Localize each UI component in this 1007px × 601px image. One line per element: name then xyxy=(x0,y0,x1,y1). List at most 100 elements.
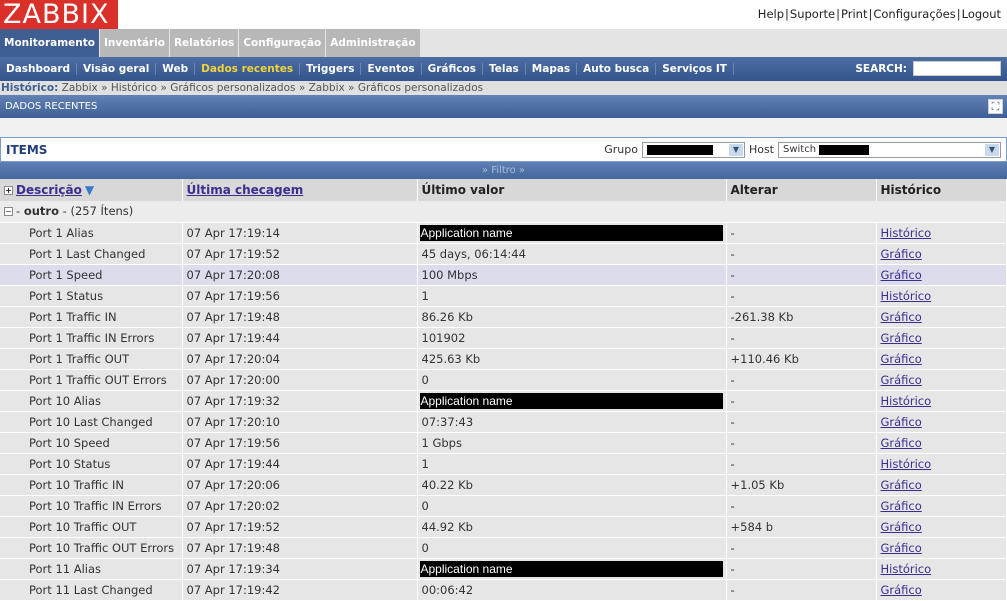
history-link[interactable]: Gráfico xyxy=(881,352,922,366)
history-link[interactable]: Histórico xyxy=(881,457,932,471)
change-cell: +584 b xyxy=(726,516,877,538)
history-cell: Gráfico xyxy=(876,369,1007,391)
sub-menu-item[interactable]: Telas xyxy=(483,63,526,75)
fullscreen-icon[interactable]: ⛶ xyxy=(988,99,1003,114)
cell-text: 0 xyxy=(421,498,429,513)
item-description-cell: Port 10 Traffic OUT xyxy=(0,516,183,538)
history-cell: Gráfico xyxy=(876,348,1007,370)
cell-text: 07 Apr 17:19:42 xyxy=(186,582,281,597)
search-box: SEARCH: xyxy=(855,61,1001,76)
sub-menu-item[interactable]: Visão geral xyxy=(77,63,157,75)
last-value-cell: 1 Gbps xyxy=(417,432,727,454)
main-menu: Monitoramento Inventário Relatórios Configu… xyxy=(0,29,1007,57)
group-name: outro xyxy=(23,204,59,219)
sub-menu-item[interactable]: Eventos xyxy=(361,63,422,75)
history-link[interactable]: Histórico xyxy=(881,562,932,576)
history-link[interactable]: Gráfico xyxy=(881,268,922,282)
main-menu-item[interactable]: Configuração xyxy=(239,29,326,57)
cell-text: 07 Apr 17:19:44 xyxy=(186,330,281,345)
history-link[interactable]: Gráfico xyxy=(881,520,922,534)
history-link[interactable]: Gráfico xyxy=(881,583,922,597)
history-link[interactable]: Gráfico xyxy=(881,373,922,387)
history-link[interactable]: Gráfico xyxy=(881,436,922,450)
breadcrumb-item[interactable]: Histórico xyxy=(111,82,157,94)
column-header: Último valor xyxy=(417,179,727,201)
cell-text: 1 Gbps xyxy=(421,435,462,450)
main-menu-item[interactable]: Relatórios xyxy=(169,29,239,57)
sub-menu-item[interactable]: Serviços IT xyxy=(656,63,734,75)
collapse-icon[interactable]: − xyxy=(4,207,13,217)
cell-text: 44.92 Kb xyxy=(421,519,473,534)
top-link-suporte[interactable]: Suporte xyxy=(790,7,835,21)
history-cell: Gráfico xyxy=(876,495,1007,517)
top-link-logout[interactable]: Logout xyxy=(962,7,1001,21)
top-link-print[interactable]: Print xyxy=(841,7,867,21)
history-link[interactable]: Gráfico xyxy=(881,310,922,324)
main-menu-item[interactable]: Monitoramento xyxy=(0,29,100,57)
cell-text: 07 Apr 17:19:52 xyxy=(186,519,281,534)
last-check-cell: 07 Apr 17:19:14 xyxy=(182,222,418,244)
sub-menu-item[interactable]: Dados recentes xyxy=(195,63,301,75)
breadcrumb-item[interactable]: Zabbix xyxy=(309,82,345,94)
sort-desc-icon: ▼ xyxy=(84,183,95,197)
column-header[interactable]: Última checagem xyxy=(182,179,418,201)
cell-text: - xyxy=(730,225,735,240)
change-cell: - xyxy=(726,558,877,580)
zabbix-logo: ZABBIX xyxy=(0,0,118,29)
last-value-cell: Application name xyxy=(417,390,727,412)
cell-text: 07 Apr 17:19:32 xyxy=(186,393,281,408)
sub-menu-item[interactable]: Triggers xyxy=(300,63,362,75)
history-cell: Gráfico xyxy=(876,516,1007,538)
filter-toggle[interactable]: » Filtro » xyxy=(0,162,1007,179)
sub-menu-item[interactable]: Mapas xyxy=(526,63,578,75)
history-link[interactable]: Gráfico xyxy=(881,415,922,429)
host-select[interactable]: Switch ▼ xyxy=(778,141,1001,158)
sort-link[interactable]: Última checagem xyxy=(187,183,304,197)
sub-menu-item[interactable]: Dashboard xyxy=(0,63,78,75)
expand-all-icon[interactable]: + xyxy=(4,186,13,195)
cell-text: Port 11 Alias xyxy=(29,561,102,576)
change-cell: - xyxy=(726,327,877,349)
top-link-help[interactable]: Help xyxy=(758,7,784,21)
cell-text: - xyxy=(730,456,735,471)
group-row: − - outro - (257 Ítens) xyxy=(0,201,1007,223)
breadcrumb-item[interactable]: Gráficos personalizados xyxy=(358,82,483,94)
cell-text: Port 10 Traffic IN Errors xyxy=(29,498,162,513)
sort-link[interactable]: Descrição xyxy=(16,183,82,197)
history-link[interactable]: Histórico xyxy=(881,226,932,240)
cell-text: Port 10 Traffic IN xyxy=(29,477,124,492)
top-link-configurações[interactable]: Configurações xyxy=(873,7,955,21)
main-menu-item[interactable]: Inventário xyxy=(100,29,169,57)
sub-menu: Dashboard Visão geral Web Dados recentes Tri… xyxy=(0,57,1007,81)
column-header: Alterar xyxy=(726,179,877,201)
breadcrumb-item[interactable]: Gráficos personalizados xyxy=(170,82,295,94)
search-input[interactable] xyxy=(913,61,1001,76)
history-link[interactable]: Gráfico xyxy=(881,499,922,513)
history-link[interactable]: Gráfico xyxy=(881,478,922,492)
cell-text: 07 Apr 17:19:52 xyxy=(186,246,281,261)
last-value-cell: 1 xyxy=(417,285,727,307)
grupo-select[interactable]: ▼ xyxy=(641,141,745,158)
breadcrumb-item[interactable]: Zabbix xyxy=(62,82,98,94)
separator: | xyxy=(785,7,789,21)
history-link[interactable]: Gráfico xyxy=(881,331,922,345)
history-link[interactable]: Gráfico xyxy=(881,247,922,261)
change-cell: - xyxy=(726,411,877,433)
sub-menu-item[interactable]: Gráficos xyxy=(422,63,483,75)
cell-text: Port 10 Traffic OUT Errors xyxy=(29,540,175,555)
item-description-cell: Port 1 Last Changed xyxy=(0,243,183,265)
history-link[interactable]: Histórico xyxy=(881,289,932,303)
table-row: Port 1 Traffic IN 07 Apr 17:19:48 86.26 Kb… xyxy=(0,306,1007,328)
sub-menu-item[interactable]: Auto busca xyxy=(577,63,657,75)
cell-text: - xyxy=(730,540,735,555)
cell-text: - xyxy=(730,414,735,429)
sub-menu-item[interactable]: Web xyxy=(156,63,196,75)
main-menu-item[interactable]: Administração xyxy=(326,29,420,57)
item-description-cell: Port 1 Traffic OUT Errors xyxy=(0,369,183,391)
last-value-cell: 0 xyxy=(417,369,727,391)
column-header[interactable]: + Descrição ▼ xyxy=(0,179,183,201)
item-description-cell: Port 10 Traffic OUT Errors xyxy=(0,537,183,559)
change-cell: - xyxy=(726,579,877,601)
history-link[interactable]: Histórico xyxy=(881,394,932,408)
history-link[interactable]: Gráfico xyxy=(881,541,922,555)
